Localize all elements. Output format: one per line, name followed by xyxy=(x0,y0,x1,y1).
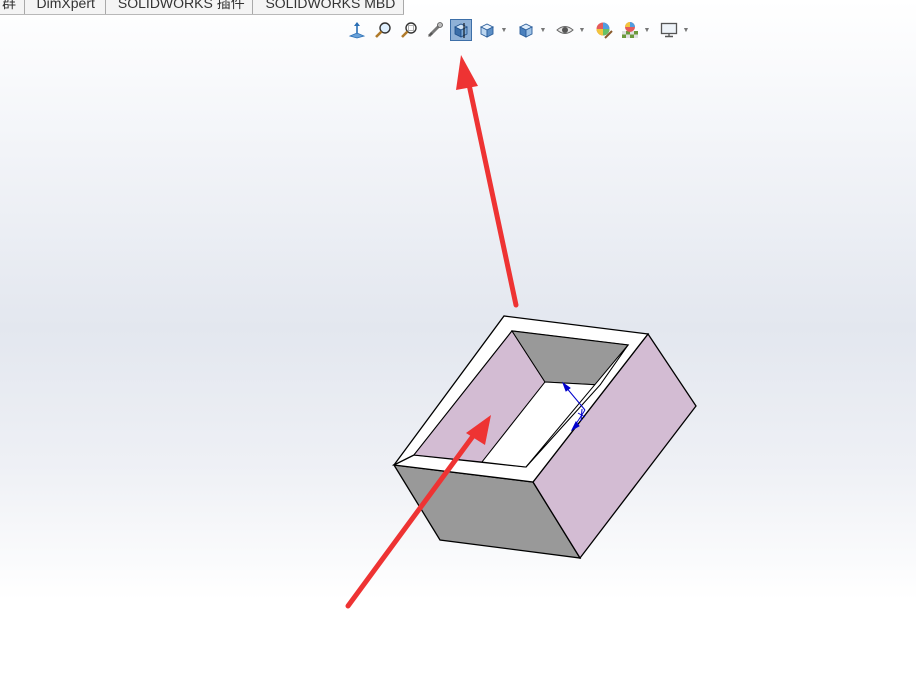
section-view-icon xyxy=(454,23,468,38)
hide-show-items-icon xyxy=(556,26,574,34)
zoom-to-fit-button[interactable] xyxy=(372,19,394,41)
hollow-box-model[interactable] xyxy=(391,315,697,560)
apply-scene-icon xyxy=(622,22,638,38)
chevron-down-icon[interactable]: ▼ xyxy=(499,19,509,41)
view-settings-monitor-icon xyxy=(660,22,678,38)
graphics-area xyxy=(345,55,697,609)
command-manager-tabs: 群 DimXpert SOLIDWORKS 插件 SOLIDWORKS MBD xyxy=(0,0,404,15)
previous-view-button[interactable] xyxy=(424,19,446,41)
heads-up-view-toolbar: ▼ ▼ ▼ ▼ ▼ xyxy=(346,17,697,43)
apply-scene-button[interactable] xyxy=(619,19,641,41)
zoom-to-area-icon xyxy=(401,22,417,38)
view-orientation-button[interactable] xyxy=(346,19,368,41)
tab-dimxpert[interactable]: DimXpert xyxy=(25,0,106,14)
annotation-arrow-up xyxy=(456,55,519,308)
tab-partial[interactable]: 群 xyxy=(0,0,25,14)
previous-view-icon xyxy=(427,22,443,38)
section-view-button[interactable] xyxy=(450,19,472,41)
chevron-down-icon[interactable]: ▼ xyxy=(642,19,652,41)
zoom-to-fit-icon xyxy=(375,22,391,38)
edit-appearance-icon xyxy=(596,22,613,39)
display-style-icon xyxy=(518,23,534,38)
tab-solidworks-addins[interactable]: SOLIDWORKS 插件 xyxy=(106,0,254,14)
chevron-down-icon[interactable]: ▼ xyxy=(577,19,587,41)
view-orientation-cube-button[interactable] xyxy=(476,19,498,41)
view-settings-button[interactable] xyxy=(658,19,680,41)
view-orientation-icon xyxy=(348,22,366,39)
tab-solidworks-mbd[interactable]: SOLIDWORKS MBD xyxy=(253,0,404,14)
display-style-button[interactable] xyxy=(515,19,537,41)
chevron-down-icon[interactable]: ▼ xyxy=(538,19,548,41)
hide-show-items-button[interactable] xyxy=(554,19,576,41)
chevron-down-icon[interactable]: ▼ xyxy=(681,19,691,41)
edit-appearance-button[interactable] xyxy=(593,19,615,41)
zoom-to-area-button[interactable] xyxy=(398,19,420,41)
view-orientation-cube-icon xyxy=(479,23,495,38)
